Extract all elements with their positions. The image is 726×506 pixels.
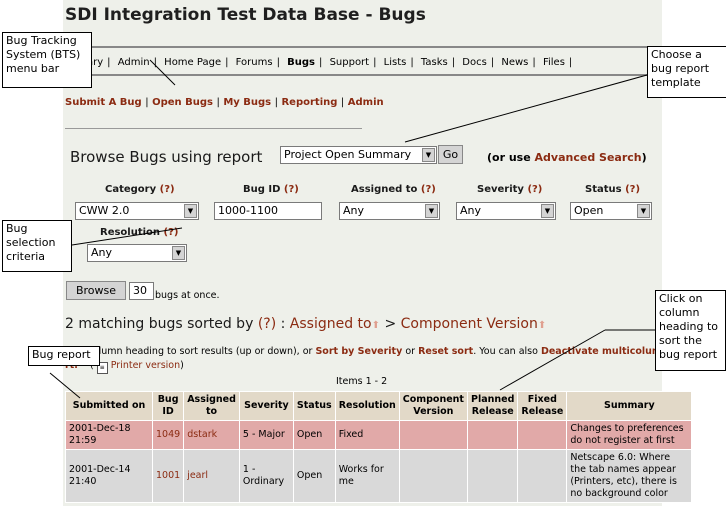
callout-click-column: Click on column heading to sort the bug … bbox=[655, 290, 726, 371]
callout-bts-menu-bar: Bug Tracking System (BTS) menu bar bbox=[2, 32, 92, 88]
callout-bug-report: Bug report bbox=[28, 346, 100, 366]
callout-leader-lines bbox=[49, 59, 655, 399]
callout-selection-criteria: Bug selection criteria bbox=[2, 220, 72, 272]
leader-line-bts bbox=[149, 59, 176, 86]
callout-report-template: Choose a bug report template bbox=[647, 46, 726, 98]
leader-line-criteria bbox=[71, 227, 183, 246]
leader-line-template bbox=[404, 74, 648, 143]
leader-line-click-col bbox=[499, 329, 606, 391]
leader-line-bug-report bbox=[49, 372, 81, 399]
